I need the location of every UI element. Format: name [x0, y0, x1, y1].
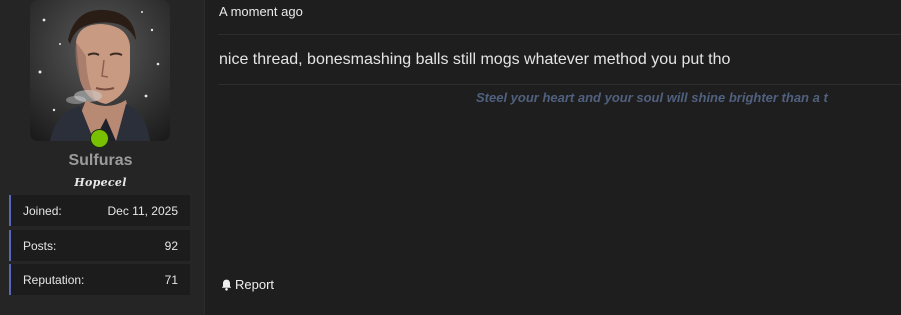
- stat-joined-label: Joined:: [23, 203, 62, 218]
- stat-reputation-value: 71: [164, 272, 178, 287]
- stat-posts: Posts: 92: [9, 230, 190, 261]
- stat-reputation-label: Reputation:: [23, 272, 85, 287]
- post-timestamp[interactable]: A moment ago: [219, 4, 303, 19]
- report-button[interactable]: Report: [221, 277, 274, 292]
- user-avatar[interactable]: [30, 0, 170, 141]
- stat-joined-value: Dec 11, 2025: [107, 203, 179, 218]
- user-title: Hopecel: [74, 176, 127, 189]
- stat-posts-label: Posts:: [23, 238, 57, 253]
- online-status-indicator: [91, 130, 108, 147]
- stat-joined: Joined: Dec 11, 2025: [9, 195, 190, 226]
- stat-posts-value: 92: [164, 238, 178, 253]
- user-signature: Steel your heart and your soul will shin…: [476, 90, 828, 105]
- post-header-divider: [218, 34, 901, 35]
- forum-post: Sulfuras Hopecel Joined: Dec 11, 2025 Po…: [0, 0, 901, 315]
- user-panel: Sulfuras Hopecel Joined: Dec 11, 2025 Po…: [0, 0, 205, 315]
- username[interactable]: Sulfuras: [0, 152, 201, 170]
- post-message: nice thread, bonesmashing balls still mo…: [219, 51, 731, 68]
- bell-icon: [221, 279, 232, 291]
- report-label: Report: [235, 277, 275, 292]
- stat-reputation: Reputation: 71: [9, 264, 190, 295]
- signature-divider: [218, 84, 901, 85]
